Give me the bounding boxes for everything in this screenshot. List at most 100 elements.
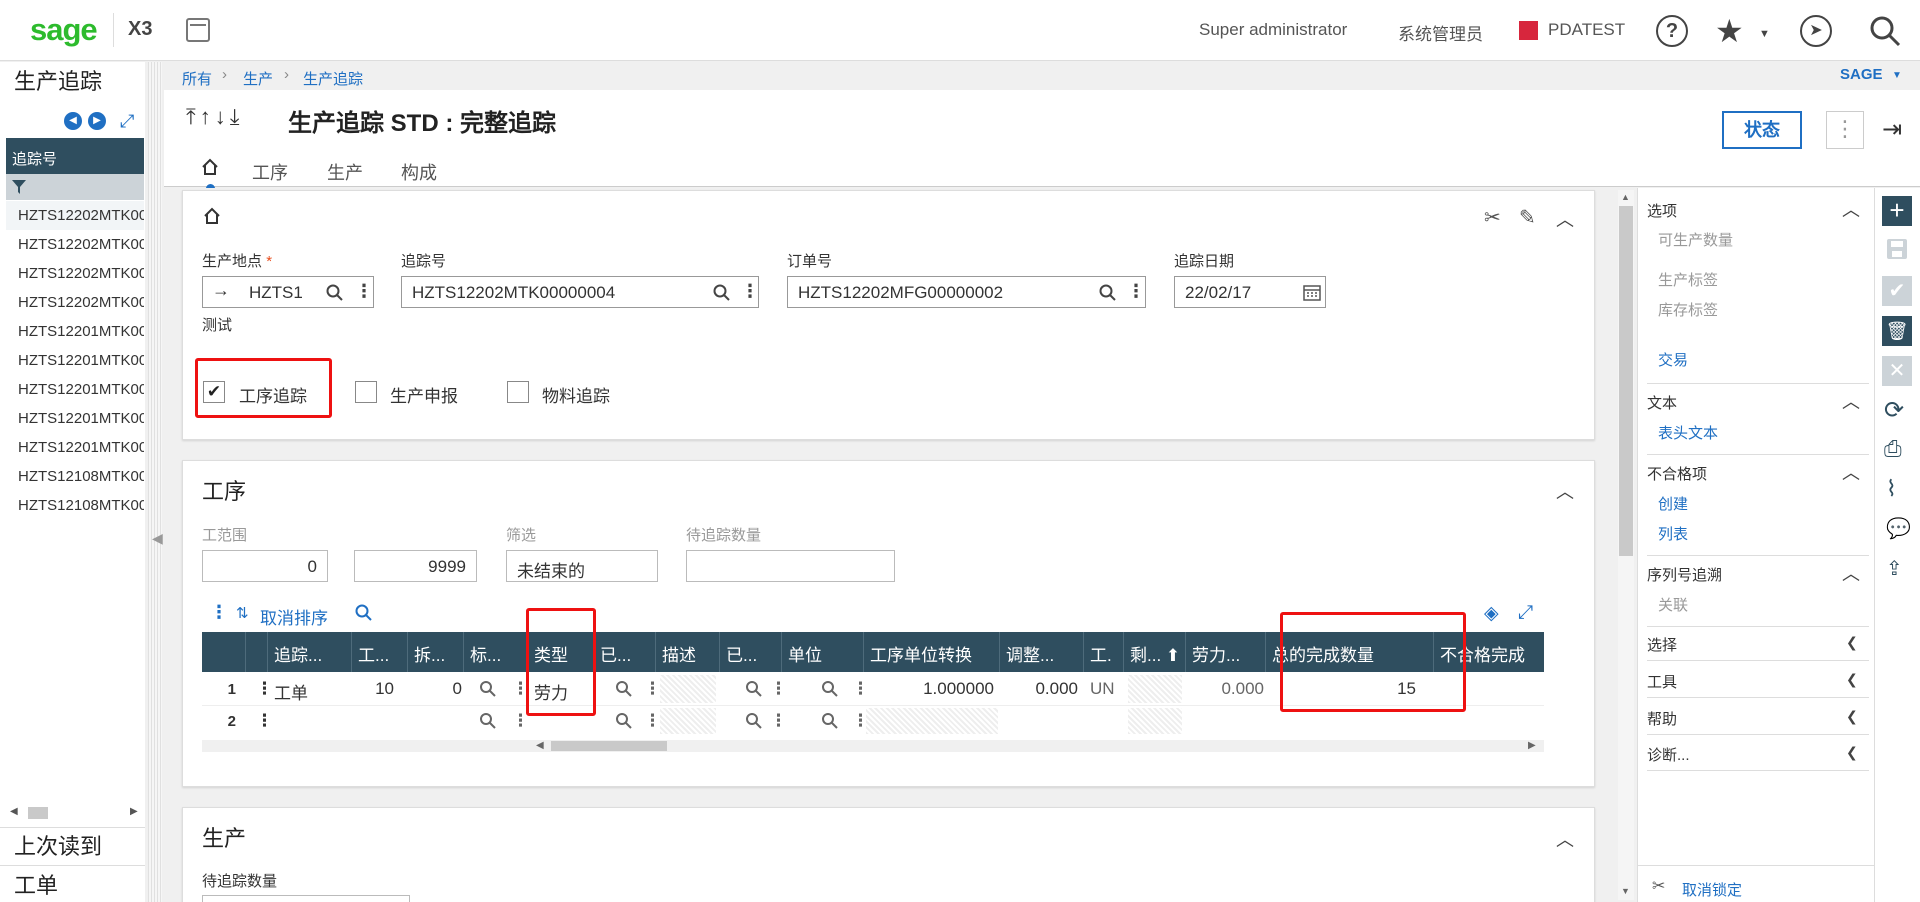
list-item[interactable]: HZTS12202MTK00 <box>6 230 144 259</box>
scroll-down-icon[interactable]: ▼ <box>1621 886 1630 896</box>
left-list-filter[interactable] <box>6 174 144 200</box>
grid-col-header[interactable]: 追踪... <box>268 632 352 672</box>
print-icon[interactable]: ⎙ <box>1884 436 1902 462</box>
grid-col-header[interactable]: 劳力... <box>1186 632 1266 672</box>
chevron-left-icon[interactable]: ❮ <box>1846 744 1858 761</box>
grid-horizontal-scrollbar[interactable] <box>202 740 1544 752</box>
search-icon[interactable] <box>746 713 762 729</box>
grid-col-header[interactable]: 工序单位转换 <box>864 632 1000 672</box>
scroll-up-icon[interactable]: ▲ <box>1621 192 1630 202</box>
list-item[interactable]: HZTS12201MTK00 <box>6 404 144 433</box>
grid-col-header[interactable]: 标... <box>464 632 528 672</box>
tools-section[interactable]: 工具 <box>1647 671 1677 692</box>
search-icon[interactable] <box>326 284 344 302</box>
grid-cell[interactable]: 0.000 <box>1186 672 1266 706</box>
filter-icon[interactable] <box>12 180 26 194</box>
grid-col-header[interactable]: 描述 <box>656 632 720 672</box>
kebab-icon[interactable]: ⋮ <box>741 281 759 302</box>
search-icon[interactable] <box>480 681 496 697</box>
list-item[interactable]: HZTS12202MTK00 <box>6 288 144 317</box>
stock-label-link[interactable]: 库存标签 <box>1658 299 1718 320</box>
comment-icon[interactable]: 💬 <box>1886 516 1911 541</box>
order-number-field[interactable]: HZTS12202MFG00000002 <box>787 276 1146 308</box>
chevron-up-icon[interactable]: ︿ <box>1842 560 1860 586</box>
breadcrumb-item[interactable]: 生产 <box>243 68 273 89</box>
list-item[interactable]: HZTS12201MTK00 <box>6 433 144 462</box>
search-icon[interactable] <box>746 681 762 697</box>
transaction-link[interactable]: 交易 <box>1658 349 1688 370</box>
nonconformity-heading[interactable]: 不合格项 <box>1647 463 1707 484</box>
material-tracking-checkbox[interactable] <box>507 381 529 403</box>
chevron-left-icon[interactable]: ❮ <box>1846 671 1858 688</box>
expand-icon[interactable]: ⤢ <box>1518 602 1533 624</box>
kebab-icon[interactable]: ⋮ <box>764 672 780 706</box>
unlock-link[interactable]: 取消锁定 <box>1682 879 1742 900</box>
diagnose-section[interactable]: 诊断... <box>1647 744 1690 765</box>
layers-icon[interactable]: ◈ <box>1484 602 1499 625</box>
production-label-link[interactable]: 生产标签 <box>1658 269 1718 290</box>
production-pending-field[interactable] <box>202 895 410 902</box>
delete-icon[interactable]: 🗑 <box>1882 316 1912 346</box>
search-icon[interactable] <box>713 284 731 302</box>
range-to-field[interactable]: 9999 <box>354 550 477 582</box>
last-read-section[interactable]: 上次读到 <box>14 829 102 861</box>
grid-col-header[interactable]: 工. <box>1084 632 1124 672</box>
row-menu-icon[interactable]: ⋮ <box>250 672 266 706</box>
list-item[interactable]: HZTS12201MTK00 <box>6 346 144 375</box>
production-declaration-checkbox[interactable] <box>355 381 377 403</box>
scroll-left-icon[interactable]: ◀ <box>536 740 544 751</box>
add-icon[interactable]: + <box>1882 196 1912 226</box>
left-list-header[interactable]: 追踪号 <box>6 138 144 174</box>
scroll-right-icon[interactable]: ▶ <box>1528 740 1536 751</box>
tracking-number-field[interactable]: HZTS12202MTK00000004 <box>401 276 759 308</box>
calendar-icon[interactable] <box>186 18 210 42</box>
star-icon[interactable]: ★ <box>1715 12 1744 50</box>
left-horizontal-scrollbar[interactable]: ◀ ▶ <box>10 806 140 820</box>
chevron-down-icon[interactable]: ▼ <box>1892 70 1902 81</box>
kebab-icon[interactable]: ⋮ <box>355 281 373 302</box>
unsort-link[interactable]: 取消排序 <box>260 604 328 629</box>
work-order-section[interactable]: 工单 <box>14 868 58 900</box>
sage-logo[interactable]: sage <box>30 12 98 48</box>
tab-operations[interactable]: 工序 <box>252 159 288 185</box>
grid-col-header[interactable]: 已... <box>720 632 782 672</box>
grid-col-header[interactable]: 已... <box>594 632 656 672</box>
search-icon[interactable] <box>355 604 373 622</box>
list-item[interactable]: HZTS12201MTK00 <box>6 375 144 404</box>
list-item[interactable]: HZTS12201MTK00 <box>6 317 144 346</box>
attachment-icon[interactable]: ⌇ <box>1886 476 1897 502</box>
panel-splitter[interactable] <box>148 62 162 902</box>
chevron-left-icon[interactable]: ❮ <box>1846 708 1858 725</box>
grid-col-header[interactable]: 剩... ⬆ <box>1124 632 1186 672</box>
grid-col-header[interactable]: 拆... <box>408 632 464 672</box>
search-icon[interactable] <box>822 681 838 697</box>
row-menu-icon[interactable]: ⋮ <box>250 704 266 738</box>
expand-icon[interactable]: ⤢ <box>120 111 134 132</box>
grid-col-header[interactable]: 调整... <box>1000 632 1084 672</box>
serial-trace-heading[interactable]: 序列号追溯 <box>1647 564 1722 585</box>
pending-quantity-field[interactable] <box>686 550 895 582</box>
collapse-left-icon[interactable]: ◀ <box>152 530 163 550</box>
chevron-left-icon[interactable]: ❮ <box>1846 634 1858 651</box>
user-name[interactable]: Super administrator <box>1199 20 1347 40</box>
search-icon[interactable] <box>1099 284 1117 302</box>
chevron-up-icon[interactable]: ︿ <box>1556 206 1574 232</box>
grid-col-header[interactable]: 单位 <box>782 632 864 672</box>
list-link[interactable]: 列表 <box>1658 523 1688 544</box>
unlock-icon[interactable]: ✂ <box>1652 876 1665 896</box>
options-heading[interactable]: 选项 <box>1647 200 1677 221</box>
grid-cell[interactable]: UN <box>1084 672 1124 706</box>
producible-quantity-link[interactable]: 可生产数量 <box>1658 229 1733 250</box>
kebab-icon[interactable]: ⋮ <box>764 704 780 738</box>
help-section[interactable]: 帮助 <box>1647 708 1677 729</box>
grid-cell[interactable]: 0 <box>408 672 464 706</box>
kebab-icon[interactable]: ⋮ <box>1127 281 1145 302</box>
breadcrumb-item[interactable]: 生产追踪 <box>303 68 363 89</box>
refresh-icon[interactable]: ⟳ <box>1884 396 1904 425</box>
tools-icon[interactable]: ✂ <box>1484 205 1501 230</box>
exit-icon[interactable]: ⇥ <box>1882 115 1902 144</box>
kebab-icon[interactable]: ⋮ <box>506 672 522 706</box>
search-icon[interactable] <box>616 681 632 697</box>
prev-page-icon[interactable]: ◀ <box>64 112 82 130</box>
compass-icon[interactable]: ➤ <box>1800 15 1832 47</box>
